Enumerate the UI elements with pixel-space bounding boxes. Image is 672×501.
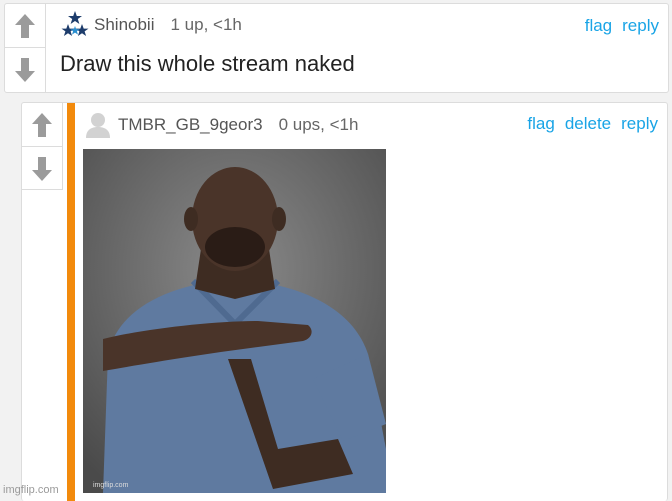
- comment-text: Draw this whole stream naked: [60, 51, 355, 76]
- flag-link[interactable]: flag: [527, 114, 554, 134]
- delete-link[interactable]: delete: [565, 114, 611, 134]
- comment-header: TMBR_GB_9geor3 0 ups, <1h: [84, 111, 358, 139]
- man-timeout-gesture-illustration: [83, 149, 386, 493]
- arrow-up-icon: [32, 112, 52, 137]
- arrow-down-icon: [15, 57, 35, 82]
- downvote-button[interactable]: [5, 47, 45, 91]
- upvote-button[interactable]: [5, 4, 45, 47]
- comment: Shinobii 1 up, <1h flag reply Draw this …: [4, 3, 669, 93]
- comment-actions: flag delete reply: [527, 114, 658, 134]
- vote-column: [22, 103, 63, 190]
- reply-indicator-bar: [67, 103, 75, 501]
- reply-comment: TMBR_GB_9geor3 0 ups, <1h flag delete re…: [21, 102, 668, 501]
- comment-meta: 1 up, <1h: [170, 15, 242, 34]
- username-link[interactable]: Shinobii: [94, 15, 155, 35]
- default-avatar-icon: [86, 113, 110, 138]
- comment-image[interactable]: imgflip.com: [83, 149, 386, 493]
- stars-badge-icon: [61, 11, 89, 36]
- comment-header: Shinobii 1 up, <1h: [60, 10, 242, 40]
- arrow-down-icon: [32, 156, 52, 181]
- reply-link[interactable]: reply: [621, 114, 658, 134]
- vote-column: [5, 4, 46, 92]
- username-link[interactable]: TMBR_GB_9geor3: [118, 115, 263, 135]
- site-watermark: imgflip.com: [3, 484, 59, 496]
- downvote-button[interactable]: [22, 146, 62, 190]
- image-watermark: imgflip.com: [93, 482, 129, 489]
- flag-link[interactable]: flag: [585, 16, 612, 36]
- reply-link[interactable]: reply: [622, 16, 659, 36]
- comment-meta: 0 ups, <1h: [278, 115, 359, 134]
- arrow-up-icon: [15, 13, 35, 38]
- upvote-button[interactable]: [22, 103, 62, 146]
- comment-actions: flag reply: [585, 16, 659, 36]
